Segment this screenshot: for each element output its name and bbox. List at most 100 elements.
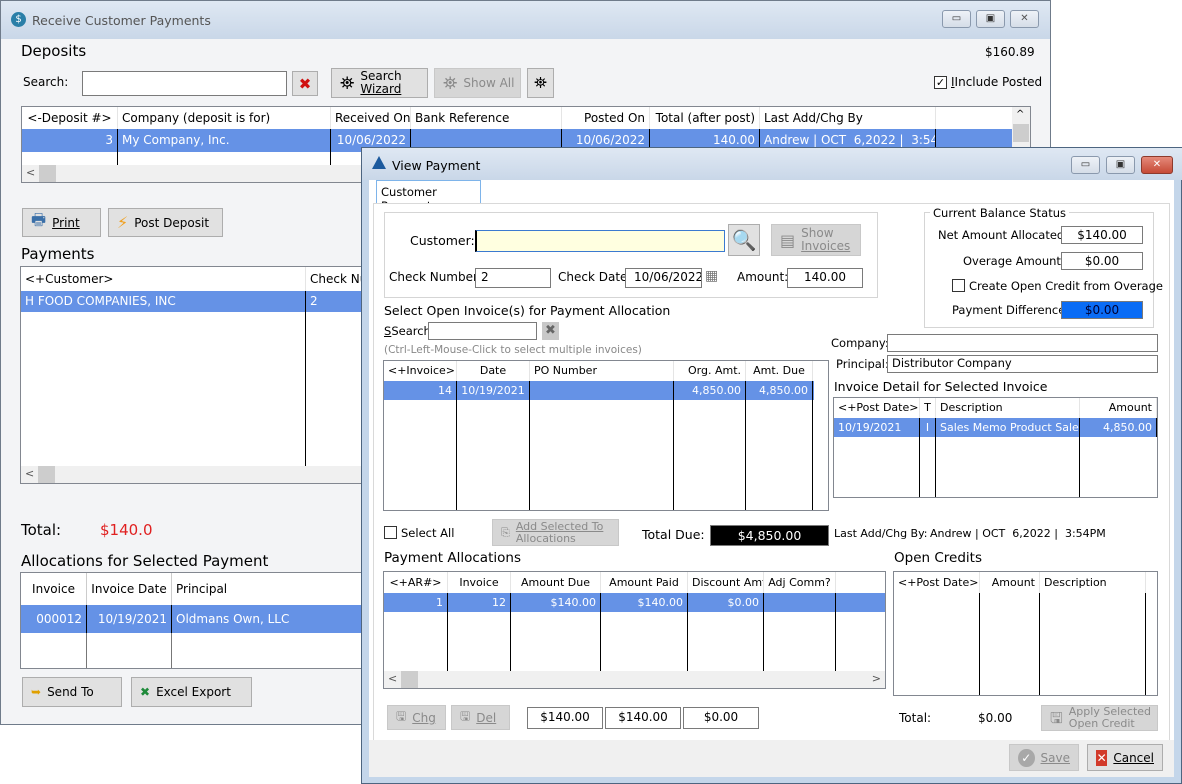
column-header[interactable]: Amount: [980, 572, 1040, 593]
calendar-icon[interactable]: ▦: [705, 268, 718, 284]
select-all-checkbox[interactable]: [384, 526, 397, 539]
column-header[interactable]: Description: [1040, 572, 1146, 593]
cancel-icon: ✕: [1096, 749, 1108, 766]
column-header[interactable]: Discount Amt: [688, 572, 764, 593]
table-cell: 10/19/2021: [834, 418, 920, 437]
column-header[interactable]: Amount Paid: [601, 572, 688, 593]
table-row[interactable]: 10/19/2021 I Sales Memo Product Sale 4,850.…: [834, 418, 1157, 437]
new-search-button[interactable]: ⛯: [527, 68, 554, 98]
print-button[interactable]: 🖶 Print: [22, 208, 101, 237]
invoice-detail-table[interactable]: <+Post Date> T Description Amount 10/19/2021…: [833, 397, 1158, 498]
column-header[interactable]: Amt. Due: [746, 361, 813, 381]
show-all-button[interactable]: ⛯ Show All: [434, 68, 521, 98]
column-header[interactable]: [1146, 572, 1157, 593]
column-header[interactable]: [813, 361, 828, 381]
excel-export-button[interactable]: ✖ Excel Export: [131, 677, 252, 707]
minimize-button[interactable]: ▭: [942, 10, 971, 28]
minimize-button[interactable]: ▭: [1071, 156, 1100, 174]
check-date-input[interactable]: 10/06/2022: [625, 268, 702, 288]
column-header[interactable]: Principal: [172, 573, 379, 605]
search-input[interactable]: [82, 71, 287, 96]
table-row[interactable]: 14 10/19/2021 4,850.00 4,850.00: [384, 381, 814, 400]
horizontal-scrollbar[interactable]: <: [21, 466, 379, 483]
column-header[interactable]: Description: [936, 398, 1080, 418]
maximize-button[interactable]: ▣: [1106, 156, 1135, 174]
post-deposit-button[interactable]: ⚡ Post Deposit: [108, 208, 223, 237]
scroll-thumb[interactable]: [38, 466, 55, 483]
column-header[interactable]: <+AR#>: [384, 572, 448, 593]
payment-allocations-table[interactable]: <+AR#> Invoice Amount Due Amount Paid Discou…: [383, 571, 886, 689]
table-row[interactable]: 1 12 $140.00 $140.00 $0.00: [384, 593, 885, 612]
table-cell: $140.00: [511, 593, 601, 612]
open-invoices-table[interactable]: <+Invoice> Date PO Number Org. Amt. Amt. Due…: [383, 360, 829, 511]
customer-lookup-button[interactable]: 🔍: [728, 224, 760, 256]
cancel-button[interactable]: ✕ Cancel: [1087, 744, 1163, 771]
scroll-right-icon[interactable]: >: [872, 672, 881, 685]
column-header[interactable]: PO Number: [530, 361, 674, 381]
column-header[interactable]: Adj Comm?: [764, 572, 836, 593]
payment-allocations-heading: Payment Allocations: [384, 550, 521, 566]
scroll-thumb[interactable]: [39, 165, 56, 182]
check-date-label: Check Date:: [558, 270, 632, 284]
change-allocation-button[interactable]: 🖫 Chg: [387, 705, 446, 730]
column-header[interactable]: Invoice: [448, 572, 511, 593]
send-to-button[interactable]: ➥ Send To: [22, 677, 122, 707]
column-header[interactable]: <+Customer>: [21, 267, 306, 291]
show-invoices-label: Show: [801, 226, 834, 240]
total-value: $140.0: [100, 521, 153, 539]
tab-customer-payment[interactable]: Customer Payment: [376, 180, 481, 213]
delete-allocation-button[interactable]: 🖫 Del: [451, 705, 510, 730]
column-header[interactable]: Amount Due: [511, 572, 601, 593]
scroll-left-icon[interactable]: <: [25, 467, 34, 480]
scroll-thumb[interactable]: [401, 671, 418, 688]
save-button[interactable]: ✓ Save: [1009, 744, 1079, 771]
column-header[interactable]: [936, 107, 1014, 129]
column-header[interactable]: T: [920, 398, 936, 418]
column-header[interactable]: Invoice: [21, 573, 87, 605]
allocations-heading: Allocations for Selected Payment: [21, 552, 269, 570]
table-cell: $140.00: [601, 593, 688, 612]
column-header[interactable]: Received On: [331, 107, 411, 129]
payments-table[interactable]: <+Customer> Check Nu H FOOD COMPANIES, INC…: [20, 266, 380, 484]
table-row[interactable]: H FOOD COMPANIES, INC 2: [21, 291, 379, 312]
search-label: Search:: [23, 75, 69, 89]
column-header[interactable]: Company (deposit is for): [118, 107, 331, 129]
open-credits-table[interactable]: <+Post Date> Amount Description: [893, 571, 1158, 696]
column-header[interactable]: Last Add/Chg By: [760, 107, 936, 129]
close-button[interactable]: ✕: [1010, 10, 1039, 28]
column-header[interactable]: <+Post Date>: [894, 572, 980, 593]
scroll-up-icon[interactable]: ^: [1016, 109, 1024, 120]
column-header[interactable]: [836, 572, 885, 593]
column-header[interactable]: Amount: [1080, 398, 1157, 418]
column-header[interactable]: Invoice Date: [87, 573, 172, 605]
check-number-input[interactable]: 2: [475, 268, 551, 288]
create-open-credit-checkbox[interactable]: [952, 279, 965, 292]
close-button[interactable]: ✕: [1141, 156, 1173, 174]
column-header[interactable]: Posted On: [562, 107, 650, 129]
customer-input[interactable]: [475, 230, 725, 252]
scroll-left-icon[interactable]: <: [26, 166, 35, 179]
allocations-table[interactable]: Invoice Invoice Date Principal 000012 10/19/…: [20, 572, 380, 669]
show-invoices-button[interactable]: ▤ Show Invoices: [771, 224, 861, 256]
column-header[interactable]: Org. Amt.: [674, 361, 746, 381]
search-wizard-button[interactable]: ⛯ Search Wizard: [331, 68, 428, 98]
print-label: Print: [52, 215, 80, 230]
clear-search-button[interactable]: ✖: [292, 71, 318, 96]
invoice-search-input[interactable]: [428, 322, 537, 340]
column-header[interactable]: <+Invoice>: [384, 361, 457, 381]
amount-input[interactable]: 140.00: [787, 268, 863, 288]
column-header[interactable]: Bank Reference: [411, 107, 562, 129]
scroll-left-icon[interactable]: <: [388, 672, 397, 685]
maximize-button[interactable]: ▣: [976, 10, 1005, 28]
include-posted-checkbox[interactable]: ✓: [934, 76, 947, 89]
column-header[interactable]: <+Post Date>: [834, 398, 920, 418]
column-header[interactable]: Total (after post): [650, 107, 760, 129]
horizontal-scrollbar[interactable]: < >: [384, 671, 885, 688]
table-row[interactable]: 000012 10/19/2021 Oldmans Own, LLC: [21, 605, 379, 633]
column-header[interactable]: <-Deposit #>: [22, 107, 118, 129]
apply-open-credit-button[interactable]: 🖫 Apply Selected Open Credit: [1041, 705, 1158, 731]
clear-invoice-search-button[interactable]: ✖: [542, 322, 559, 340]
column-header[interactable]: Date: [457, 361, 530, 381]
add-selected-button[interactable]: ⎘ Add Selected To Allocations: [492, 519, 619, 546]
scroll-thumb[interactable]: [1013, 124, 1029, 142]
